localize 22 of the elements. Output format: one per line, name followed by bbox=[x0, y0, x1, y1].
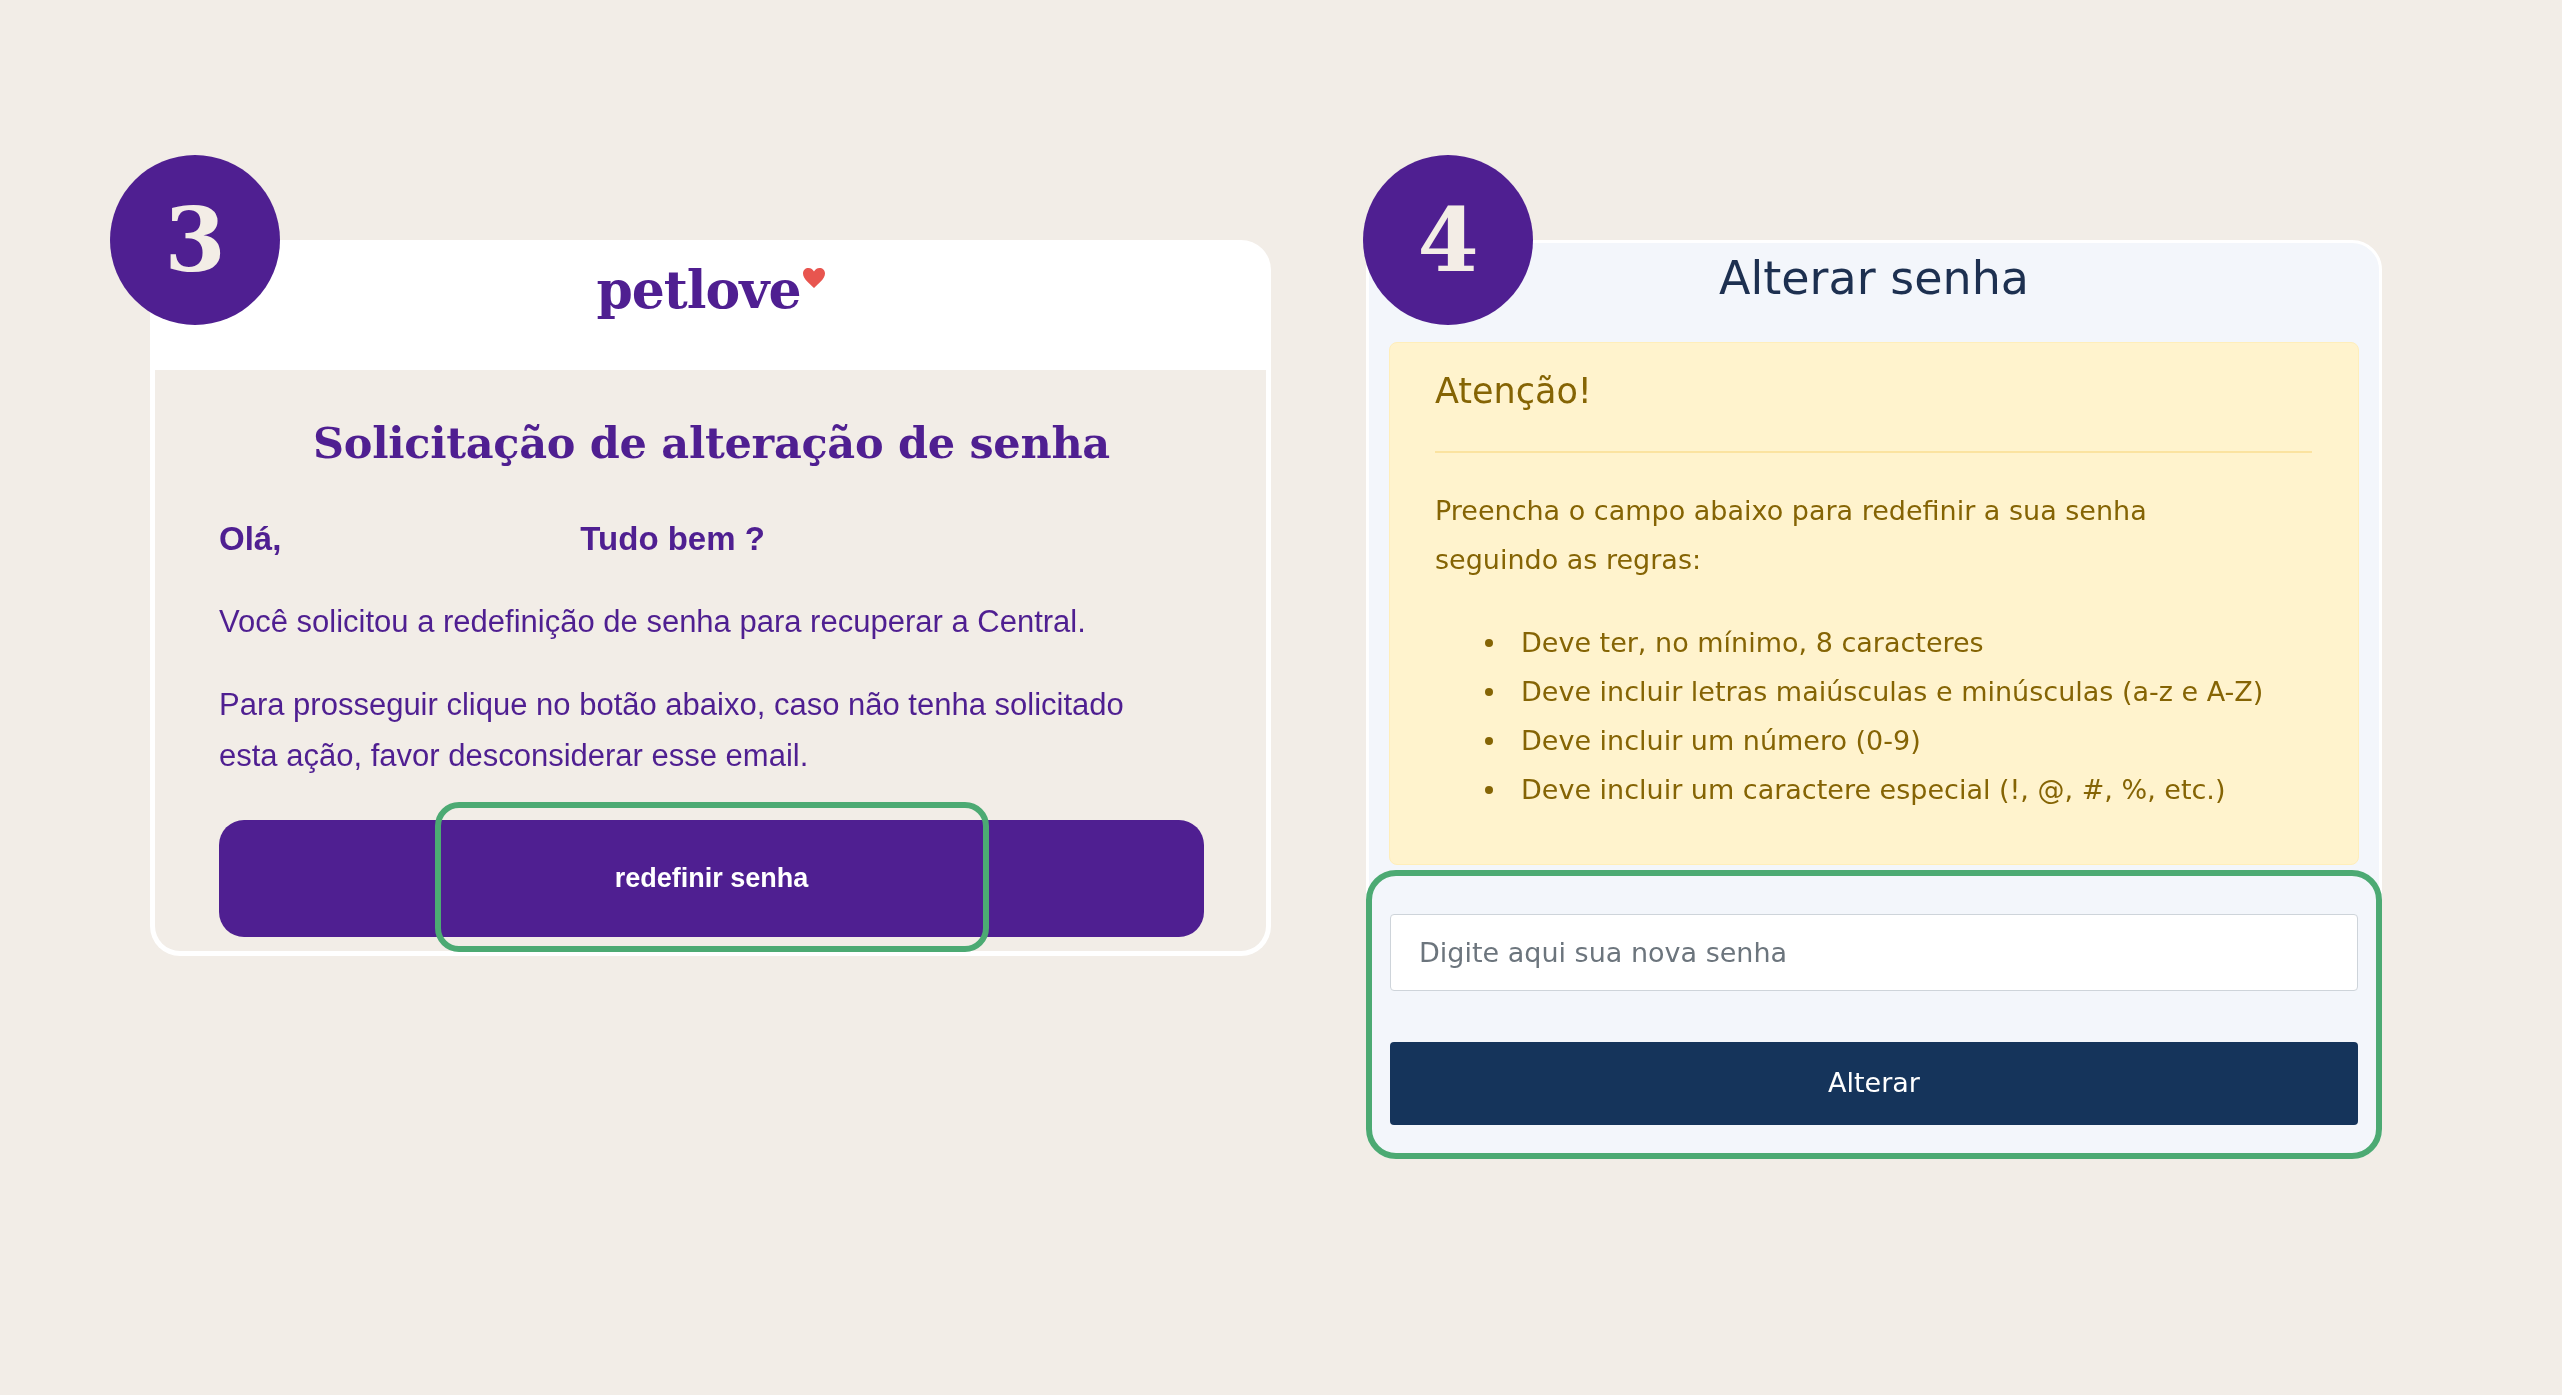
rule-text: Deve incluir letras maiúsculas e minúsculas (a-z e A-Z) bbox=[1521, 675, 2264, 709]
reset-password-button[interactable]: redefinir senha bbox=[219, 820, 1204, 937]
bullet-icon bbox=[1485, 785, 1493, 794]
body-text: Você solicitou a redefinição de senha para recuperar a Central. bbox=[219, 603, 1087, 641]
alert-heading: Atenção! bbox=[1435, 370, 1593, 413]
email-title: Solicitação de alteração de senha bbox=[312, 417, 1111, 470]
alert-text: Preencha o campo abaixo para redefinir a sua senha seguindo as regras: bbox=[1435, 494, 2148, 577]
rule-text: Deve incluir um número (0-9) bbox=[1521, 724, 1921, 758]
greeting-text: Tudo bem ? bbox=[580, 519, 765, 559]
bullet-icon bbox=[1485, 638, 1493, 647]
change-password-button[interactable]: Alterar bbox=[1390, 1042, 2358, 1125]
greeting-text: Olá, bbox=[219, 519, 282, 559]
step-badge: 3 bbox=[110, 155, 280, 325]
bullet-icon bbox=[1485, 687, 1493, 696]
rule-text: Deve ter, no mínimo, 8 caracteres bbox=[1521, 626, 1984, 660]
form-title: Alterar senha bbox=[1718, 250, 2030, 306]
bullet-icon bbox=[1485, 736, 1493, 745]
password-field[interactable]: Digite aqui sua nova senha bbox=[1390, 914, 2358, 991]
rule-text: Deve incluir um caractere especial (!, @, #, %, etc.) bbox=[1521, 773, 2226, 807]
heart-icon bbox=[802, 268, 825, 288]
step-badge: 4 bbox=[1363, 155, 1533, 325]
body-text: Para prosseguir clique no botão abaixo, caso não tenha solicitado esta ação, favor desconsiderar esse email. bbox=[219, 686, 1125, 775]
